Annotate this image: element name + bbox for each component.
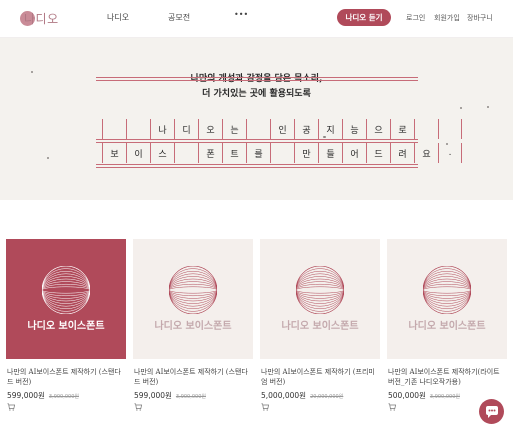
grid-cell — [246, 119, 270, 139]
paper-speck — [460, 107, 462, 109]
grid-cell — [174, 143, 198, 163]
product-name[interactable]: 나만의 AI보이스폰트 제작하기(라이트 버전_기존 나디오작가용) — [388, 367, 508, 387]
grid-cell — [438, 119, 462, 139]
voice-ring-icon — [423, 266, 471, 314]
product-price: 5,000,000원 — [261, 391, 307, 400]
grid-cell: 어 — [342, 143, 366, 163]
product-card[interactable]: 나디오 보이스폰트 나만의 AI보이스폰트 제작하기 (프리미엄 버전) 5,0… — [260, 239, 380, 411]
grid-cell — [414, 119, 438, 139]
product-price-row: 599,000원 3,900,000원 — [134, 390, 206, 401]
top-header: 나디오 나디오 공모전 ••• 나디오 듣기 로그인 회원가입 장바구니 — [0, 0, 513, 38]
grid-cell: 지 — [318, 119, 342, 139]
voice-ring-icon — [296, 266, 344, 314]
nav-contest[interactable]: 공모전 — [168, 12, 190, 23]
thumbnail-label: 나디오 보이스폰트 — [408, 321, 486, 332]
grid-cell: 를 — [246, 143, 270, 163]
thumbnail-label: 나디오 보이스폰트 — [154, 321, 232, 332]
product-thumbnail[interactable]: 나디오 보이스폰트 — [6, 239, 126, 359]
grid-cell: 오 — [198, 119, 222, 139]
nav-nadio[interactable]: 나디오 — [107, 12, 129, 23]
product-name[interactable]: 나만의 AI보이스폰트 제작하기 (스탠다드 버전) — [7, 367, 127, 387]
grid-cell: 폰 — [198, 143, 222, 163]
grid-cell: 드 — [366, 143, 390, 163]
chat-button[interactable] — [479, 399, 504, 424]
grid-line — [96, 167, 418, 168]
grid-line — [96, 80, 418, 81]
grid-cell — [270, 143, 294, 163]
grid-cell: 로 — [390, 119, 414, 139]
listen-button[interactable]: 나디오 듣기 — [337, 9, 391, 26]
grid-line — [96, 164, 418, 165]
grid-cell: 스 — [150, 143, 174, 163]
signup-link[interactable]: 회원가입 — [434, 13, 460, 23]
product-name[interactable]: 나만의 AI보이스폰트 제작하기 (스탠다드 버전) — [134, 367, 254, 387]
product-price-row: 5,000,000원 20,000,000원 — [261, 390, 343, 401]
grid-cell: 으 — [366, 119, 390, 139]
grid-cell: 트 — [222, 143, 246, 163]
cart-icon[interactable] — [7, 403, 15, 411]
grid-cell: 보 — [102, 143, 126, 163]
paper-speck — [47, 157, 49, 159]
paper-speck — [487, 106, 489, 108]
grid-cell: 는 — [222, 119, 246, 139]
product-original-price: 3,900,000원 — [429, 394, 460, 400]
thumbnail-label: 나디오 보이스폰트 — [27, 321, 105, 332]
grid-cell — [126, 119, 150, 139]
nav-more-icon[interactable]: ••• — [234, 10, 248, 19]
product-price-row: 500,000원 3,900,000원 — [388, 390, 460, 401]
grid-cell: 들 — [318, 143, 342, 163]
grid-cell: 능 — [342, 119, 366, 139]
cart-icon[interactable] — [261, 403, 269, 411]
grid-cell: 요 — [414, 143, 438, 163]
product-thumbnail[interactable]: 나디오 보이스폰트 — [260, 239, 380, 359]
product-price: 599,000원 — [134, 391, 172, 400]
voice-ring-icon — [169, 266, 217, 314]
product-card[interactable]: 나디오 보이스폰트 나만의 AI보이스폰트 제작하기 (스탠다드 버전) 599… — [133, 239, 253, 411]
chat-icon — [485, 405, 498, 418]
grid-cell: 인 — [270, 119, 294, 139]
logo-text: 나디오 — [24, 12, 59, 26]
product-card[interactable]: 나디오 보이스폰트 나만의 AI보이스폰트 제작하기(라이트 버전_기존 나디오… — [387, 239, 507, 411]
product-thumbnail[interactable]: 나디오 보이스폰트 — [133, 239, 253, 359]
login-link[interactable]: 로그인 — [406, 13, 425, 23]
grid-row-2: 보이스 폰트를 만들어드려요. — [102, 143, 462, 163]
grid-line — [96, 77, 418, 78]
product-original-price: 3,900,000원 — [175, 394, 206, 400]
product-thumbnail[interactable]: 나디오 보이스폰트 — [387, 239, 507, 359]
grid-cell: 공 — [294, 119, 318, 139]
product-price: 599,000원 — [7, 391, 45, 400]
grid-line — [96, 139, 418, 140]
product-original-price: 20,000,000원 — [310, 394, 344, 400]
product-name[interactable]: 나만의 AI보이스폰트 제작하기 (프리미엄 버전) — [261, 367, 381, 387]
grid-cell: 려 — [390, 143, 414, 163]
grid-row-1: 나디오는 인공지능으로 — [102, 119, 462, 139]
manuscript-grid: 나디오는 인공지능으로 보이스 폰트를 만들어드려요. — [96, 75, 462, 169]
product-original-price: 3,900,000원 — [48, 394, 79, 400]
product-card[interactable]: 나디오 보이스폰트 나만의 AI보이스폰트 제작하기 (스탠다드 버전) 599… — [6, 239, 126, 411]
grid-cell: 이 — [126, 143, 150, 163]
grid-cell — [102, 119, 126, 139]
voice-ring-icon — [42, 266, 90, 314]
thumbnail-label: 나디오 보이스폰트 — [281, 321, 359, 332]
grid-cell: 나 — [150, 119, 174, 139]
grid-cell: . — [438, 143, 462, 163]
product-price: 500,000원 — [388, 391, 426, 400]
cart-icon[interactable] — [134, 403, 142, 411]
logo[interactable]: 나디오 — [20, 9, 58, 27]
cart-link[interactable]: 장바구니 — [467, 13, 493, 23]
cart-icon[interactable] — [388, 403, 396, 411]
grid-cell: 만 — [294, 143, 318, 163]
grid-cell: 디 — [174, 119, 198, 139]
product-price-row: 599,000원 3,900,000원 — [7, 390, 79, 401]
